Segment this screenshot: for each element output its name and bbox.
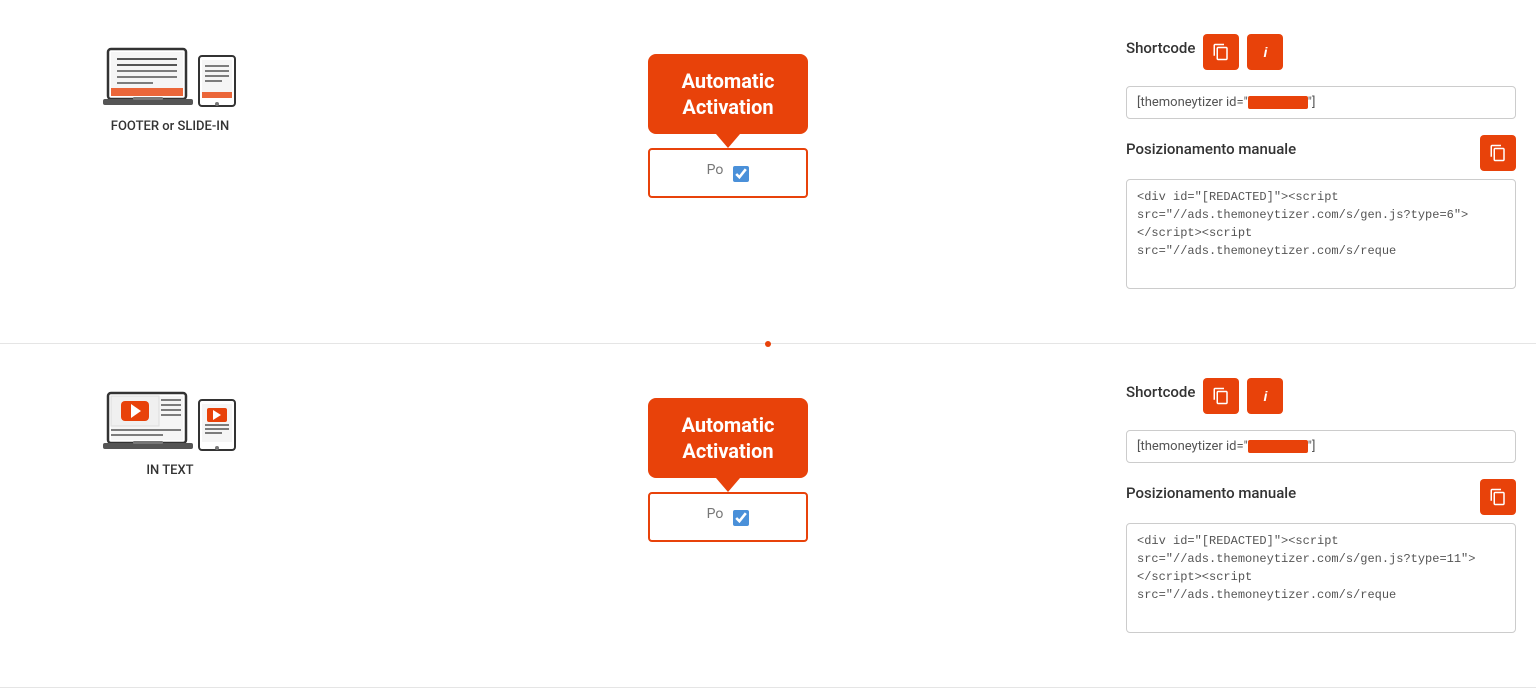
footer-checkbox-wrapper: AutomaticActivation Po [648, 54, 808, 198]
intext-laptop-icon [103, 388, 193, 453]
main-container: FOOTER or SLIDE-IN AutomaticActivation P… [0, 0, 1536, 688]
intext-checkbox-area: Po [648, 492, 808, 542]
footer-shortcode-row: Shortcode i [1126, 34, 1516, 70]
intext-manual-title: Posizionamento manuale [1126, 484, 1296, 502]
intext-tooltip: AutomaticActivation [648, 398, 808, 478]
intext-shortcode-input[interactable]: [themoneytizer id=" "] [1126, 430, 1516, 463]
footer-manual-code[interactable]: <div id="[REDACTED]"><script src="//ads.… [1126, 179, 1516, 289]
footer-shortcode-info-button[interactable]: i [1247, 34, 1283, 70]
footer-id-redacted [1248, 96, 1308, 109]
footer-manual-copy-button[interactable] [1480, 135, 1516, 171]
footer-shortcode-title: Shortcode [1126, 39, 1195, 57]
copy-icon-4 [1489, 488, 1507, 506]
intext-device-icon [103, 388, 237, 453]
footer-tooltip: AutomaticActivation [648, 54, 808, 134]
footer-slide-in-row: FOOTER or SLIDE-IN AutomaticActivation P… [0, 0, 1536, 344]
intext-left-col: IN TEXT [0, 368, 340, 498]
tablet-icon [197, 54, 237, 109]
footer-right-col: Shortcode i [themoneytizer id=" "] Posiz… [1116, 24, 1536, 319]
footer-left-col: FOOTER or SLIDE-IN [0, 24, 340, 154]
copy-icon [1212, 43, 1230, 61]
footer-shortcode-block: Shortcode i [themoneytizer id=" "] [1126, 34, 1516, 119]
intext-manual-block: Posizionamento manuale <div id="[REDACTE… [1126, 479, 1516, 637]
intext-manual-copy-button[interactable] [1480, 479, 1516, 515]
in-text-row: IN TEXT AutomaticActivation Po Shortcode [0, 344, 1536, 688]
footer-device-label: FOOTER or SLIDE-IN [111, 119, 229, 134]
intext-shortcode-title: Shortcode [1126, 383, 1195, 401]
intext-shortcode-row: Shortcode i [1126, 378, 1516, 414]
footer-checkbox-area: Po [648, 148, 808, 198]
laptop-icon [103, 44, 193, 109]
intext-shortcode-copy-button[interactable] [1203, 378, 1239, 414]
copy-icon-2 [1489, 144, 1507, 162]
intext-device-label: IN TEXT [146, 463, 193, 478]
intext-checkbox-wrapper: AutomaticActivation Po [648, 398, 808, 542]
footer-device-icon [103, 44, 237, 109]
footer-po-label: Po [707, 162, 724, 178]
intext-shortcode-info-button[interactable]: i [1247, 378, 1283, 414]
footer-middle-col: AutomaticActivation Po [340, 24, 1116, 198]
intext-po-label: Po [707, 506, 724, 522]
intext-middle-col: AutomaticActivation Po [340, 368, 1116, 542]
copy-icon-3 [1212, 387, 1230, 405]
footer-shortcode-copy-button[interactable] [1203, 34, 1239, 70]
intext-manual-code[interactable]: <div id="[REDACTED]"><script src="//ads.… [1126, 523, 1516, 633]
intext-manual-header: Posizionamento manuale [1126, 479, 1516, 515]
footer-manual-block: Posizionamento manuale <div id="[REDACTE… [1126, 135, 1516, 293]
intext-shortcode-block: Shortcode i [themoneytizer id=" "] [1126, 378, 1516, 463]
footer-auto-activation-checkbox[interactable] [733, 166, 749, 182]
footer-shortcode-input[interactable]: [themoneytizer id=" "] [1126, 86, 1516, 119]
footer-manual-title: Posizionamento manuale [1126, 140, 1296, 158]
footer-manual-header: Posizionamento manuale [1126, 135, 1516, 171]
intext-tablet-icon [197, 398, 237, 453]
intext-id-redacted [1248, 440, 1308, 453]
intext-auto-activation-checkbox[interactable] [733, 510, 749, 526]
